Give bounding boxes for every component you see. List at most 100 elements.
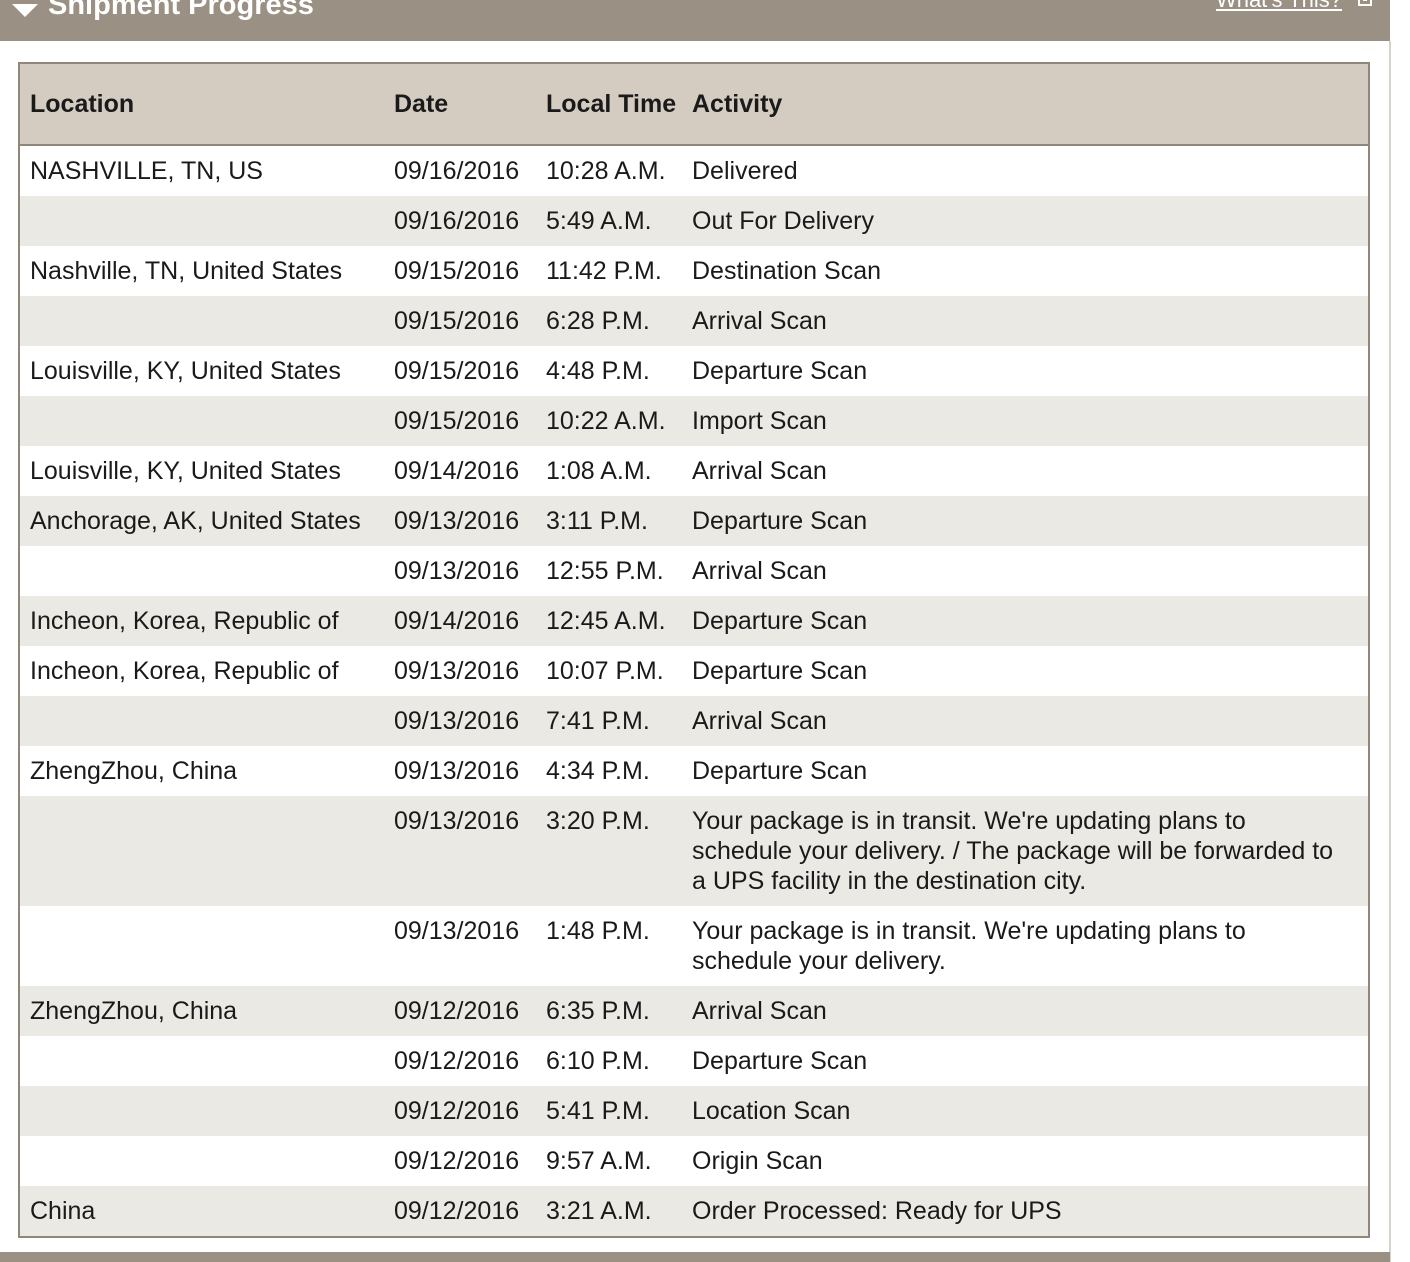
cell-local-time: 12:45 A.M. — [536, 596, 682, 646]
table-row: Nashville, TN, United States 09/15/2016 11… — [20, 246, 1368, 296]
cell-location — [20, 396, 384, 446]
table-row: NASHVILLE, TN, US 09/16/2016 10:28 A.M. Del… — [20, 145, 1368, 196]
cell-location: Incheon, Korea, Republic of — [20, 596, 384, 646]
cell-activity: Arrival Scan — [682, 446, 1368, 496]
shipment-progress-header[interactable]: Shipment Progress What's This? — [0, 0, 1390, 41]
cell-local-time: 7:41 P.M. — [536, 696, 682, 746]
cell-date: 09/15/2016 — [384, 246, 536, 296]
cell-date: 09/13/2016 — [384, 496, 536, 546]
table-row: Louisville, KY, United States 09/14/2016 1… — [20, 446, 1368, 496]
cell-local-time: 4:34 P.M. — [536, 746, 682, 796]
cell-activity: Arrival Scan — [682, 296, 1368, 346]
table-row: ZhengZhou, China 09/13/2016 4:34 P.M. Depar… — [20, 746, 1368, 796]
cell-date: 09/14/2016 — [384, 446, 536, 496]
cell-local-time: 12:55 P.M. — [536, 546, 682, 596]
cell-date: 09/13/2016 — [384, 906, 536, 986]
cell-location — [20, 1136, 384, 1186]
cell-location — [20, 696, 384, 746]
cell-date: 09/12/2016 — [384, 986, 536, 1036]
cell-local-time: 6:35 P.M. — [536, 986, 682, 1036]
table-row: Incheon, Korea, Republic of 09/14/2016 12:… — [20, 596, 1368, 646]
cell-date: 09/15/2016 — [384, 296, 536, 346]
table-header-row: Location Date Local Time Activity — [20, 64, 1368, 146]
cell-local-time: 3:11 P.M. — [536, 496, 682, 546]
cell-location: Louisville, KY, United States — [20, 346, 384, 396]
cell-date: 09/13/2016 — [384, 646, 536, 696]
table-row: 09/13/2016 1:48 P.M. Your package is in tr… — [20, 906, 1368, 986]
cell-date: 09/12/2016 — [384, 1136, 536, 1186]
cell-activity: Order Processed: Ready for UPS — [682, 1186, 1368, 1236]
cell-activity: Your package is in transit. We're updati… — [682, 796, 1368, 906]
cell-activity: Departure Scan — [682, 596, 1368, 646]
table-row: Anchorage, AK, United States 09/13/2016 3:… — [20, 496, 1368, 546]
cell-location: Nashville, TN, United States — [20, 246, 384, 296]
cell-activity: Your package is in transit. We're updati… — [682, 906, 1368, 986]
cell-activity: Location Scan — [682, 1086, 1368, 1136]
cell-location — [20, 906, 384, 986]
cell-local-time: 10:28 A.M. — [536, 145, 682, 196]
cell-date: 09/16/2016 — [384, 145, 536, 196]
cell-activity: Import Scan — [682, 396, 1368, 446]
cell-local-time: 11:42 P.M. — [536, 246, 682, 296]
cell-date: 09/15/2016 — [384, 346, 536, 396]
table-row: 09/16/2016 5:49 A.M. Out For Delivery — [20, 196, 1368, 246]
cell-local-time: 3:21 A.M. — [536, 1186, 682, 1236]
column-header-activity: Activity — [682, 64, 1368, 146]
cell-date: 09/13/2016 — [384, 746, 536, 796]
table-row: Incheon, Korea, Republic of 09/13/2016 10:… — [20, 646, 1368, 696]
panel-border — [1389, 41, 1391, 1262]
cell-date: 09/15/2016 — [384, 396, 536, 446]
table-row: 09/15/2016 10:22 A.M. Import Scan — [20, 396, 1368, 446]
cell-location: NASHVILLE, TN, US — [20, 145, 384, 196]
table-row: 09/13/2016 12:55 P.M. Arrival Scan — [20, 546, 1368, 596]
cell-location — [20, 796, 384, 906]
cell-local-time: 5:49 A.M. — [536, 196, 682, 246]
cell-activity: Departure Scan — [682, 496, 1368, 546]
table-row: 09/12/2016 5:41 P.M. Location Scan — [20, 1086, 1368, 1136]
table-row: 09/13/2016 3:20 P.M. Your package is in tr… — [20, 796, 1368, 906]
table-row: 09/15/2016 6:28 P.M. Arrival Scan — [20, 296, 1368, 346]
cell-activity: Arrival Scan — [682, 696, 1368, 746]
cell-activity: Departure Scan — [682, 646, 1368, 696]
cell-local-time: 6:28 P.M. — [536, 296, 682, 346]
cell-activity: Departure Scan — [682, 346, 1368, 396]
cell-activity: Arrival Scan — [682, 546, 1368, 596]
cell-local-time: 1:48 P.M. — [536, 906, 682, 986]
cell-location — [20, 296, 384, 346]
cell-activity: Departure Scan — [682, 746, 1368, 796]
cell-date: 09/12/2016 — [384, 1086, 536, 1136]
cell-activity: Arrival Scan — [682, 986, 1368, 1036]
cell-location: Anchorage, AK, United States — [20, 496, 384, 546]
cell-location — [20, 1086, 384, 1136]
cell-date: 09/13/2016 — [384, 546, 536, 596]
cell-location: Louisville, KY, United States — [20, 446, 384, 496]
cell-location — [20, 546, 384, 596]
column-header-date: Date — [384, 64, 536, 146]
cell-local-time: 6:10 P.M. — [536, 1036, 682, 1086]
cell-date: 09/12/2016 — [384, 1186, 536, 1236]
popup-window-icon[interactable] — [1358, 0, 1372, 6]
cell-location: China — [20, 1186, 384, 1236]
cell-local-time: 9:57 A.M. — [536, 1136, 682, 1186]
cell-location: ZhengZhou, China — [20, 746, 384, 796]
shipment-progress-table: Location Date Local Time Activity NASHVI… — [18, 62, 1370, 1238]
cell-location: ZhengZhou, China — [20, 986, 384, 1036]
collapse-triangle-icon[interactable] — [12, 4, 38, 17]
cell-location — [20, 196, 384, 246]
cell-date: 09/13/2016 — [384, 796, 536, 906]
cell-activity: Delivered — [682, 145, 1368, 196]
table-row: 09/12/2016 6:10 P.M. Departure Scan — [20, 1036, 1368, 1086]
cell-local-time: 4:48 P.M. — [536, 346, 682, 396]
cell-local-time: 1:08 A.M. — [536, 446, 682, 496]
cell-location: Incheon, Korea, Republic of — [20, 646, 384, 696]
whats-this-link[interactable]: What's This? — [1216, 0, 1342, 14]
section-title: Shipment Progress — [48, 0, 314, 21]
cell-date: 09/16/2016 — [384, 196, 536, 246]
panel-footer-bar — [0, 1252, 1390, 1262]
cell-date: 09/13/2016 — [384, 696, 536, 746]
cell-activity: Origin Scan — [682, 1136, 1368, 1186]
cell-local-time: 3:20 P.M. — [536, 796, 682, 906]
cell-activity: Out For Delivery — [682, 196, 1368, 246]
table-row: ZhengZhou, China 09/12/2016 6:35 P.M. Arriv… — [20, 986, 1368, 1036]
cell-local-time: 10:07 P.M. — [536, 646, 682, 696]
